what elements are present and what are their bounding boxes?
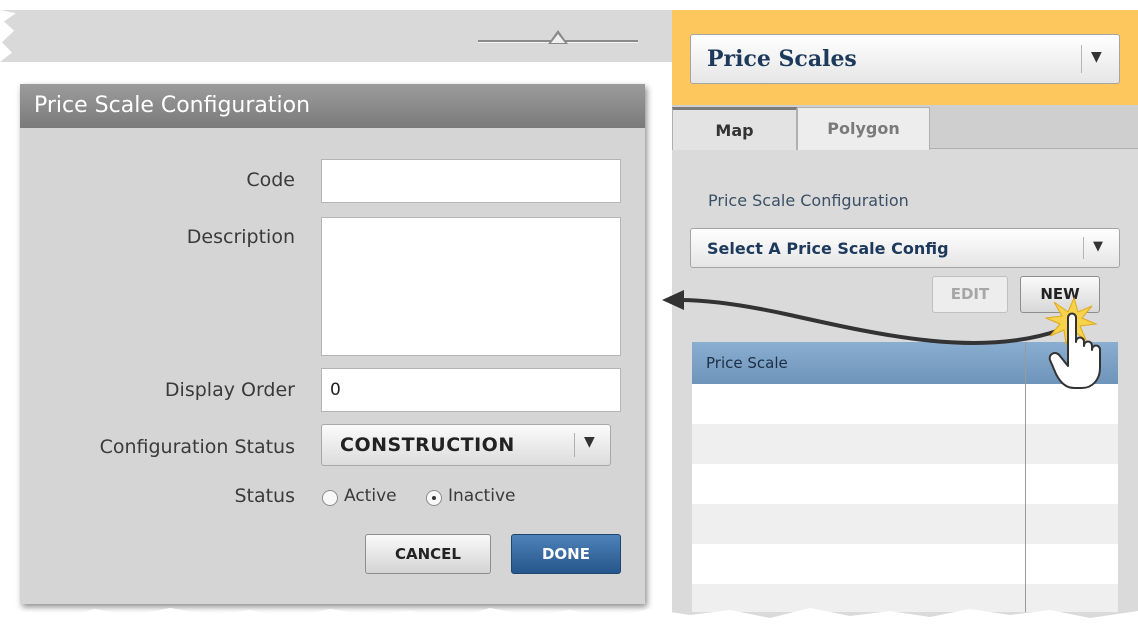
table-row[interactable]	[692, 424, 1118, 464]
dialog-header: Price Scale Configuration	[20, 84, 645, 128]
select-divider	[1083, 237, 1084, 259]
price-scale-configuration-dialog: Price Scale Configuration Code Descripti…	[20, 84, 645, 604]
edit-button[interactable]: EDIT	[932, 276, 1008, 313]
status-label: Status	[234, 485, 295, 507]
price-scale-grid: Price Scale	[692, 342, 1118, 612]
status-active-label: Active	[344, 486, 397, 506]
toolbar-strip	[0, 10, 672, 62]
price-scale-config-label: Price Scale Configuration	[708, 191, 909, 210]
status-inactive-radio[interactable]	[426, 490, 442, 506]
dialog-title: Price Scale Configuration	[34, 93, 311, 118]
tab-polygon[interactable]: Polygon	[797, 107, 930, 150]
price-scale-config-select-value: Select A Price Scale Config	[707, 239, 949, 258]
code-field[interactable]	[321, 159, 621, 203]
configuration-status-label: Configuration Status	[99, 436, 295, 458]
table-row[interactable]	[692, 504, 1118, 544]
grid-header[interactable]: Price Scale	[692, 342, 1118, 384]
status-inactive-label: Inactive	[448, 486, 516, 506]
price-scale-config-select[interactable]: Select A Price Scale Config ▼	[690, 228, 1120, 268]
chevron-down-icon: ▼	[1093, 239, 1103, 254]
display-order-field[interactable]: 0	[321, 368, 621, 412]
code-label: Code	[246, 169, 295, 191]
description-field[interactable]	[321, 217, 621, 356]
torn-edge	[0, 608, 1138, 639]
table-row[interactable]	[692, 464, 1118, 504]
tab-map[interactable]: Map	[672, 107, 797, 150]
configuration-status-value: CONSTRUCTION	[340, 434, 515, 456]
display-order-label: Display Order	[164, 379, 295, 401]
table-row[interactable]	[692, 384, 1118, 424]
select-divider	[1081, 45, 1082, 73]
done-button[interactable]: DONE	[511, 534, 621, 574]
grid-header-price-scale: Price Scale	[706, 354, 788, 372]
cancel-button[interactable]: CANCEL	[365, 534, 491, 574]
description-label: Description	[186, 226, 295, 248]
status-active-radio[interactable]	[322, 490, 338, 506]
new-button[interactable]: NEW	[1020, 276, 1100, 313]
select-divider	[574, 433, 575, 457]
grid-column-divider	[1025, 342, 1026, 612]
slider-thumb-highlight	[551, 34, 565, 43]
configuration-status-select[interactable]: CONSTRUCTION ▼	[321, 424, 611, 466]
chevron-down-icon: ▼	[584, 434, 595, 450]
radio-icon	[432, 496, 436, 500]
table-row[interactable]	[692, 544, 1118, 584]
price-scales-dropdown[interactable]: Price Scales ▼	[690, 34, 1120, 84]
price-scales-dropdown-label: Price Scales	[707, 46, 857, 72]
chevron-down-icon: ▼	[1091, 49, 1102, 65]
